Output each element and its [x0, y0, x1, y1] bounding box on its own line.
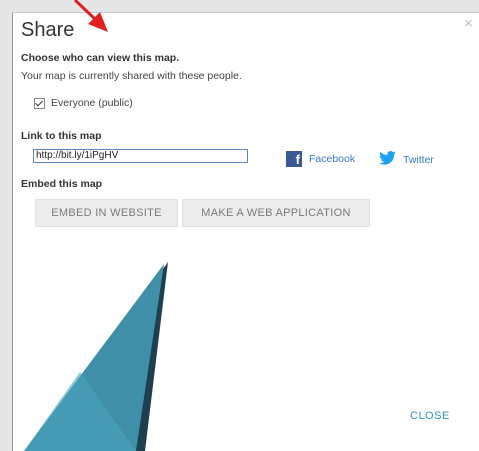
annotation-overlay — [24, 0, 168, 451]
red-arrow-icon — [73, 0, 108, 32]
callout-pointer — [24, 262, 168, 451]
